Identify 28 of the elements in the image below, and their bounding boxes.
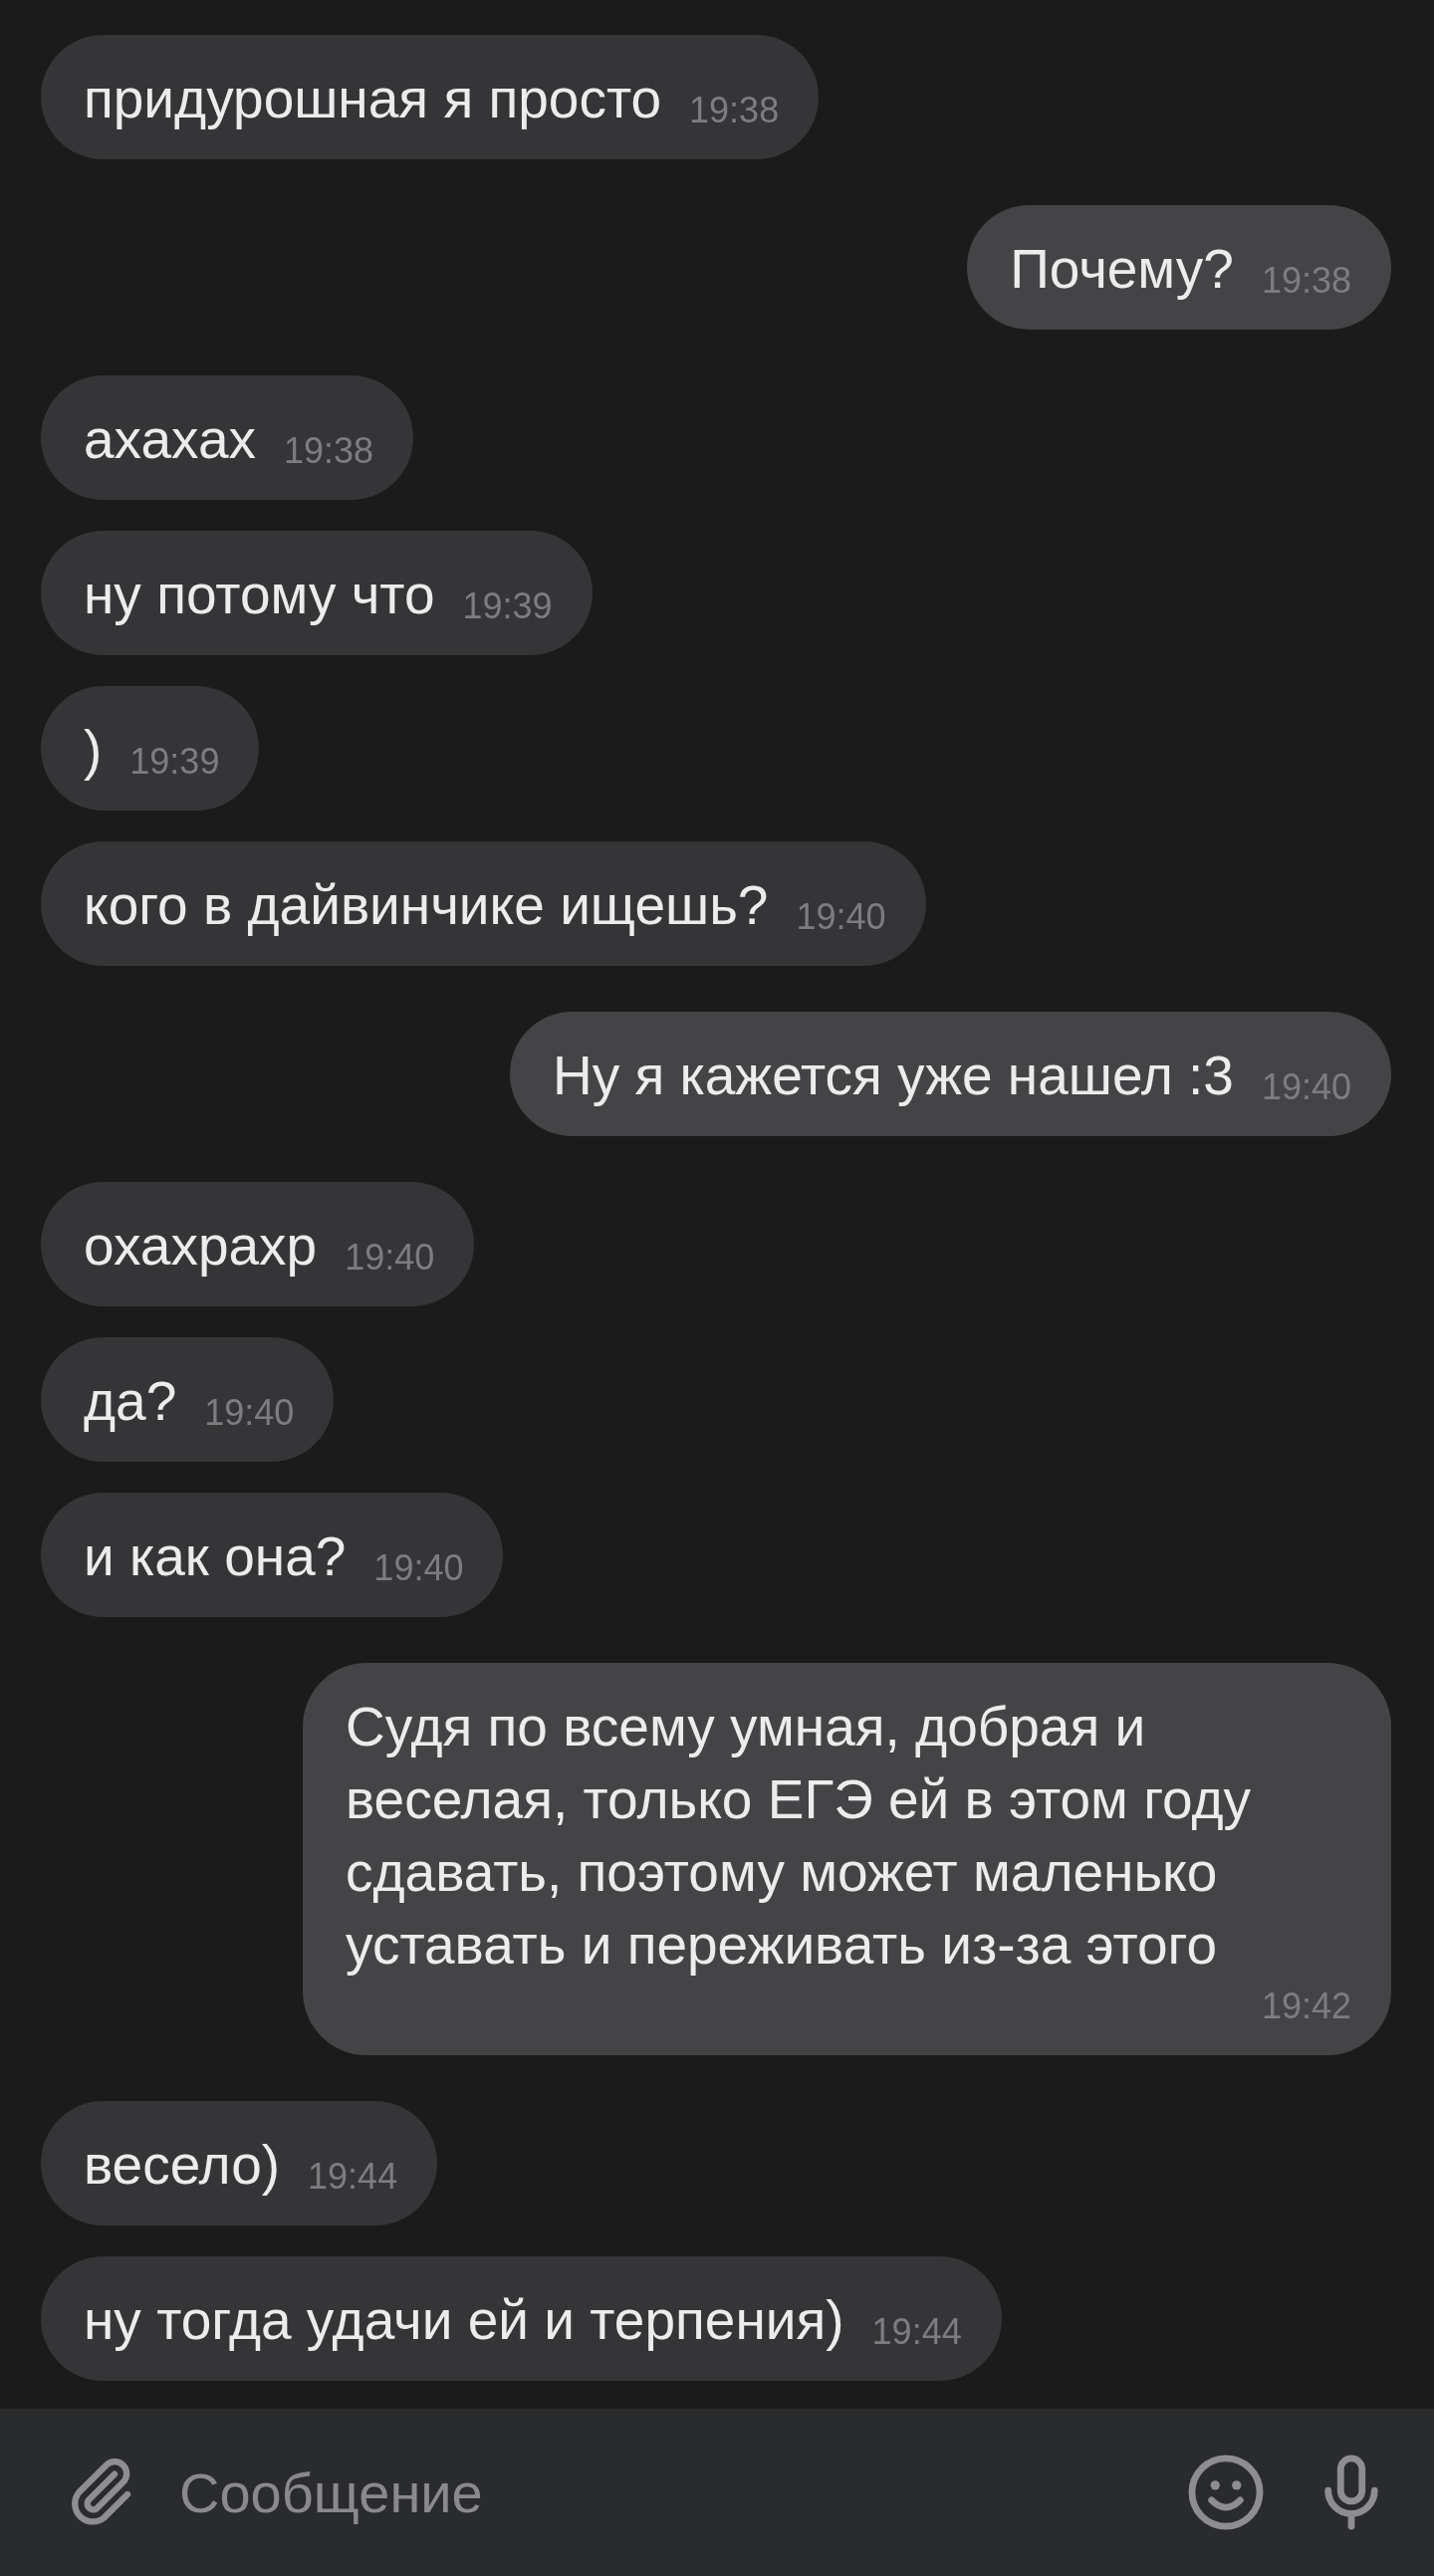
- message-time: 19:38: [689, 89, 780, 132]
- message-text: Почему?: [1010, 237, 1234, 302]
- message-composer[interactable]: Сообщение: [0, 2409, 1434, 2576]
- message-time: 19:38: [1261, 259, 1351, 303]
- message-time: 19:40: [1261, 1065, 1351, 1109]
- message-text: да?: [84, 1369, 177, 1434]
- message-text: весело): [84, 2133, 281, 2198]
- message-time: 19:44: [871, 2310, 962, 2354]
- message-input[interactable]: Сообщение: [179, 2459, 1143, 2525]
- message-text: охахрахр: [84, 1214, 318, 1279]
- message-time: 19:39: [462, 585, 553, 628]
- message-time: 19:42: [1261, 1985, 1351, 2028]
- message-text: и как она?: [84, 1524, 347, 1589]
- message-time: 19:40: [796, 895, 886, 939]
- message-time: 19:39: [129, 740, 220, 784]
- message-time: 19:40: [204, 1391, 295, 1435]
- message-text: Судя по всему умная, добрая и веселая, только ЕГЭ ей в этом году сдавать, поэтому может маленько уставать и переживать из-за этого: [346, 1695, 1253, 1978]
- message-text: ну потому что: [84, 563, 435, 627]
- message-text: ну тогда удачи ей и терпения): [84, 2288, 844, 2353]
- message-text: придурошная я просто: [84, 67, 662, 131]
- message-text: ахахах: [84, 407, 257, 472]
- message-time: 19:40: [373, 1546, 464, 1590]
- message-text: Ну я кажется уже нашел :3: [552, 1044, 1234, 1108]
- message-time: 19:44: [308, 2155, 398, 2199]
- message-time: 19:38: [284, 429, 374, 473]
- message-text: кого в дайвинчике ищешь?: [84, 873, 769, 938]
- message-time: 19:40: [345, 1236, 435, 1280]
- message-text: ): [84, 718, 103, 783]
